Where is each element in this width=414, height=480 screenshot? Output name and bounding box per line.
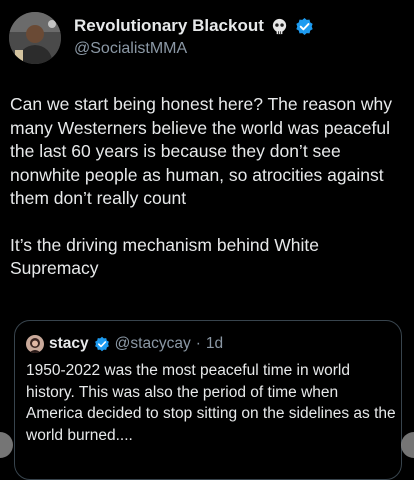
author-handle[interactable]: @SocialistMMA xyxy=(74,40,187,58)
quoted-tweet-header: stacy @stacycay · 1d xyxy=(26,334,223,354)
verified-badge-icon xyxy=(94,336,110,352)
rocket-skull-icon xyxy=(270,17,289,36)
profile-avatar-image xyxy=(9,12,61,64)
separator-dot: · xyxy=(195,335,201,352)
quoted-author-handle[interactable]: @stacycay xyxy=(115,335,191,353)
quoted-tweet[interactable]: stacy @stacycay · 1d 1950-2022 was the m… xyxy=(14,320,402,480)
tweet-card: Revolutionary Blackout @SocialistMMA Can… xyxy=(0,0,414,480)
tweet-body: Can we start being honest here? The reas… xyxy=(10,93,408,281)
quoted-author-avatar[interactable] xyxy=(26,335,44,353)
author-avatar[interactable] xyxy=(9,12,61,64)
quoted-tweet-text: 1950-2022 was the most peaceful time in … xyxy=(26,362,396,444)
tweet-paragraph: Can we start being honest here? The reas… xyxy=(10,94,392,208)
author-display-name[interactable]: Revolutionary Blackout xyxy=(74,16,264,36)
carousel-next-button[interactable] xyxy=(401,432,414,458)
carousel-prev-button[interactable] xyxy=(0,432,13,458)
verified-badge-icon xyxy=(295,17,314,36)
quoted-timestamp[interactable]: 1d xyxy=(206,335,223,353)
tweet-paragraph: It’s the driving mechanism behind White … xyxy=(10,234,319,279)
quoted-author-name[interactable]: stacy xyxy=(49,335,89,353)
author-name-row: Revolutionary Blackout xyxy=(74,15,314,37)
